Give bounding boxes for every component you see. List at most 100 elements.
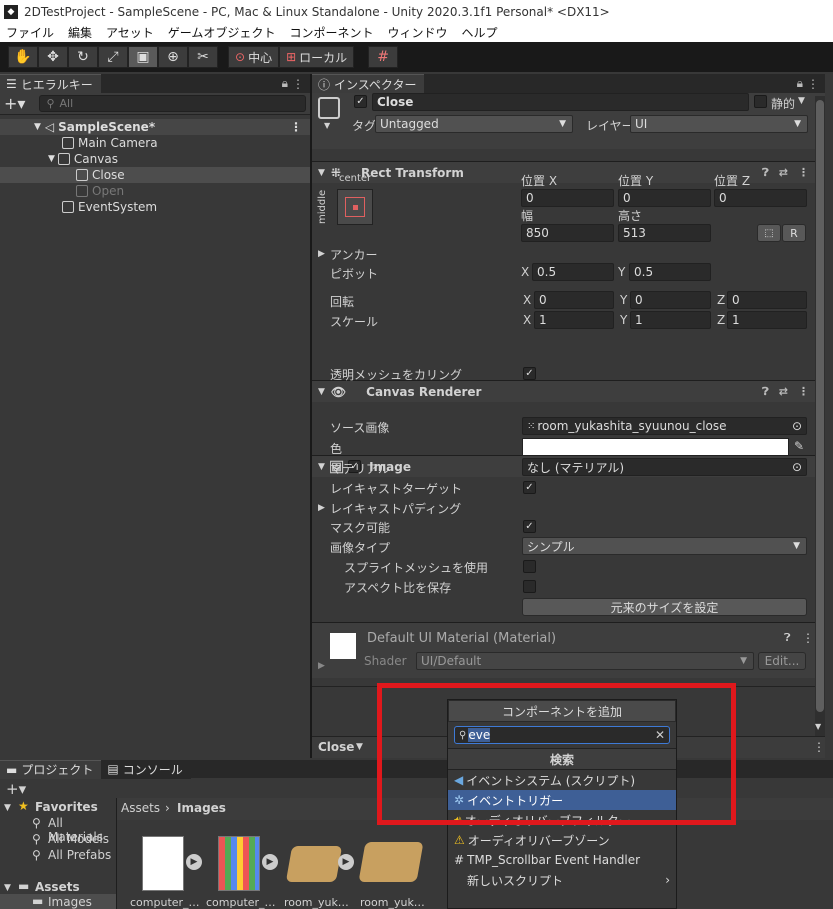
tab-hierarchy[interactable]: ☰ ヒエラルキー xyxy=(0,74,101,93)
add-icon[interactable]: +▾ xyxy=(6,780,26,798)
static-checkbox[interactable] xyxy=(754,95,767,108)
rot-z-field[interactable]: 0 xyxy=(727,291,807,309)
material-field[interactable]: なし (マテリアル) ⊙ xyxy=(522,458,807,476)
asset-thumbnail[interactable] xyxy=(142,836,184,891)
menu-assets[interactable]: アセット xyxy=(106,24,154,41)
expand-arrow-icon[interactable]: ▶ xyxy=(318,249,325,259)
chevron-down-icon[interactable]: ▼ xyxy=(356,742,363,752)
hierarchy-item[interactable]: Main Camera xyxy=(0,135,310,151)
kebab-menu-icon[interactable]: ⋮ xyxy=(798,385,809,399)
scrollbar-thumb[interactable] xyxy=(816,100,824,712)
play-arrow-icon[interactable]: ▶ xyxy=(338,854,354,870)
color-swatch[interactable] xyxy=(522,438,789,456)
tag-dropdown[interactable]: Untagged ▼ xyxy=(375,115,573,133)
menu-component[interactable]: コンポーネント xyxy=(289,24,373,41)
expand-arrow-icon[interactable]: ▶ xyxy=(318,503,325,513)
play-arrow-icon[interactable]: ▶ xyxy=(262,854,278,870)
move-tool-icon[interactable]: ✥ xyxy=(38,46,68,68)
maskable-checkbox[interactable]: ✓ xyxy=(523,520,536,533)
height-field[interactable]: 513 xyxy=(618,224,711,242)
pos-z-field[interactable]: 0 xyxy=(714,189,807,207)
expand-arrow-icon[interactable]: ▶ xyxy=(318,661,325,671)
hierarchy-item-selected[interactable]: Close xyxy=(0,167,310,183)
pos-y-field[interactable]: 0 xyxy=(618,189,711,207)
presets-icon[interactable]: ⇄ xyxy=(779,385,788,399)
blueprint-mode-button[interactable]: ⬚ xyxy=(757,224,781,242)
object-picker-icon[interactable]: ⊙ xyxy=(792,419,802,433)
tab-console[interactable]: ▤ コンソール xyxy=(101,759,191,779)
width-field[interactable]: 850 xyxy=(521,224,614,242)
asset-thumbnail[interactable] xyxy=(358,842,424,882)
kebab-menu-icon[interactable]: ⋮ xyxy=(292,77,304,91)
space-toggle-button[interactable]: ⊞ ローカル xyxy=(279,46,355,68)
help-icon[interactable]: ❓︎ xyxy=(762,385,769,399)
scale-tool-icon[interactable]: ⤢ xyxy=(98,46,128,68)
popup-item[interactable]: # TMP_Scrollbar Event Handler xyxy=(448,850,676,870)
scroll-down-icon[interactable]: ▼ xyxy=(815,722,821,731)
rot-y-field[interactable]: 0 xyxy=(630,291,711,309)
pivot-x-field[interactable]: 0.5 xyxy=(532,263,614,281)
source-image-field[interactable]: ⁙ room_yukashita_syuunou_close ⊙ xyxy=(522,417,807,435)
scale-y-field[interactable]: 1 xyxy=(630,311,711,329)
tab-inspector[interactable]: ⓘ インスペクター xyxy=(312,74,425,93)
pos-x-field[interactable]: 0 xyxy=(521,189,614,207)
asset-thumbnail[interactable] xyxy=(285,846,343,882)
hand-tool-icon[interactable]: ✋ xyxy=(8,46,38,68)
dropdown-arrow-icon[interactable]: ▼ xyxy=(324,121,330,130)
hierarchy-item[interactable]: ▼ Canvas xyxy=(0,151,310,167)
shader-edit-button[interactable]: Edit... xyxy=(758,652,806,670)
inspector-scrollbar[interactable] xyxy=(815,96,825,736)
lock-icon[interactable]: 🔒︎ xyxy=(797,76,803,91)
hierarchy-item-disabled[interactable]: Open xyxy=(0,183,310,199)
grid-snap-icon[interactable]: # xyxy=(368,46,399,68)
hierarchy-item[interactable]: EventSystem xyxy=(0,199,310,215)
hierarchy-search-input[interactable]: ⚲ All xyxy=(39,95,306,112)
pivot-y-field[interactable]: 0.5 xyxy=(629,263,711,281)
preserve-aspect-checkbox[interactable] xyxy=(523,580,536,593)
set-native-size-button[interactable]: 元来のサイズを設定 xyxy=(522,598,807,616)
menu-help[interactable]: ヘルプ xyxy=(461,24,497,41)
kebab-menu-icon[interactable]: ⋮ xyxy=(813,740,825,754)
object-picker-icon[interactable]: ⊙ xyxy=(792,460,802,474)
pivot-toggle-button[interactable]: ⊙ 中心 xyxy=(228,46,280,68)
popup-item-new-script[interactable]: 新しいスクリプト › xyxy=(448,870,676,890)
object-name-field[interactable]: Close xyxy=(372,93,749,111)
help-icon[interactable]: ❓︎ xyxy=(784,631,791,645)
rotate-tool-icon[interactable]: ↻ xyxy=(68,46,98,68)
canvas-renderer-header[interactable]: ▼ 👁︎ Canvas Renderer ❓︎ ⇄ ⋮ xyxy=(312,380,815,402)
hierarchy-scene-row[interactable]: ▼ ◁ SampleScene* ⋮ xyxy=(0,119,310,135)
kebab-menu-icon[interactable]: ⋮ xyxy=(807,77,819,91)
asset-thumbnail[interactable] xyxy=(218,836,260,891)
add-icon[interactable]: +▾ xyxy=(4,94,25,113)
scale-x-field[interactable]: 1 xyxy=(534,311,614,329)
raycast-target-checkbox[interactable]: ✓ xyxy=(523,481,536,494)
lock-icon[interactable]: 🔒︎ xyxy=(282,76,288,91)
transform-tool-icon[interactable]: ⊕ xyxy=(158,46,188,68)
rot-x-field[interactable]: 0 xyxy=(534,291,614,309)
play-arrow-icon[interactable]: ▶ xyxy=(186,854,202,870)
use-sprite-mesh-checkbox[interactable] xyxy=(523,560,536,573)
menu-window[interactable]: ウィンドウ xyxy=(387,24,447,41)
layer-dropdown[interactable]: UI ▼ xyxy=(630,115,808,133)
menu-gameobject[interactable]: ゲームオブジェクト xyxy=(168,24,276,41)
assets-label[interactable]: Assets xyxy=(35,880,80,894)
eyedropper-icon[interactable]: ✎ xyxy=(794,439,804,453)
cull-transparent-checkbox[interactable]: ✓ xyxy=(523,367,536,380)
images-folder-row[interactable]: ▬ Images xyxy=(0,894,116,909)
custom-tool-icon[interactable]: ✂ xyxy=(188,46,218,68)
breadcrumb-root[interactable]: Assets xyxy=(121,801,160,815)
shader-dropdown[interactable]: UI/Default ▼ xyxy=(416,652,754,670)
anchor-preset-button[interactable] xyxy=(337,189,373,225)
footer-object-name[interactable]: Close xyxy=(318,740,354,754)
kebab-menu-icon[interactable]: ⋮ xyxy=(802,631,814,645)
dropdown-arrow-icon[interactable]: ▼ xyxy=(798,96,805,106)
active-checkbox[interactable]: ✓ xyxy=(354,95,367,108)
scale-z-field[interactable]: 1 xyxy=(727,311,807,329)
rect-tool-icon[interactable]: ▣ xyxy=(128,46,158,68)
menu-file[interactable]: ファイル xyxy=(6,24,54,41)
tab-project[interactable]: ▬ プロジェクト xyxy=(0,759,102,779)
favorite-item[interactable]: All Models xyxy=(48,832,109,846)
favorite-item[interactable]: All Prefabs xyxy=(48,848,111,862)
image-type-dropdown[interactable]: シンプル ▼ xyxy=(522,537,807,555)
menu-edit[interactable]: 編集 xyxy=(68,24,92,41)
